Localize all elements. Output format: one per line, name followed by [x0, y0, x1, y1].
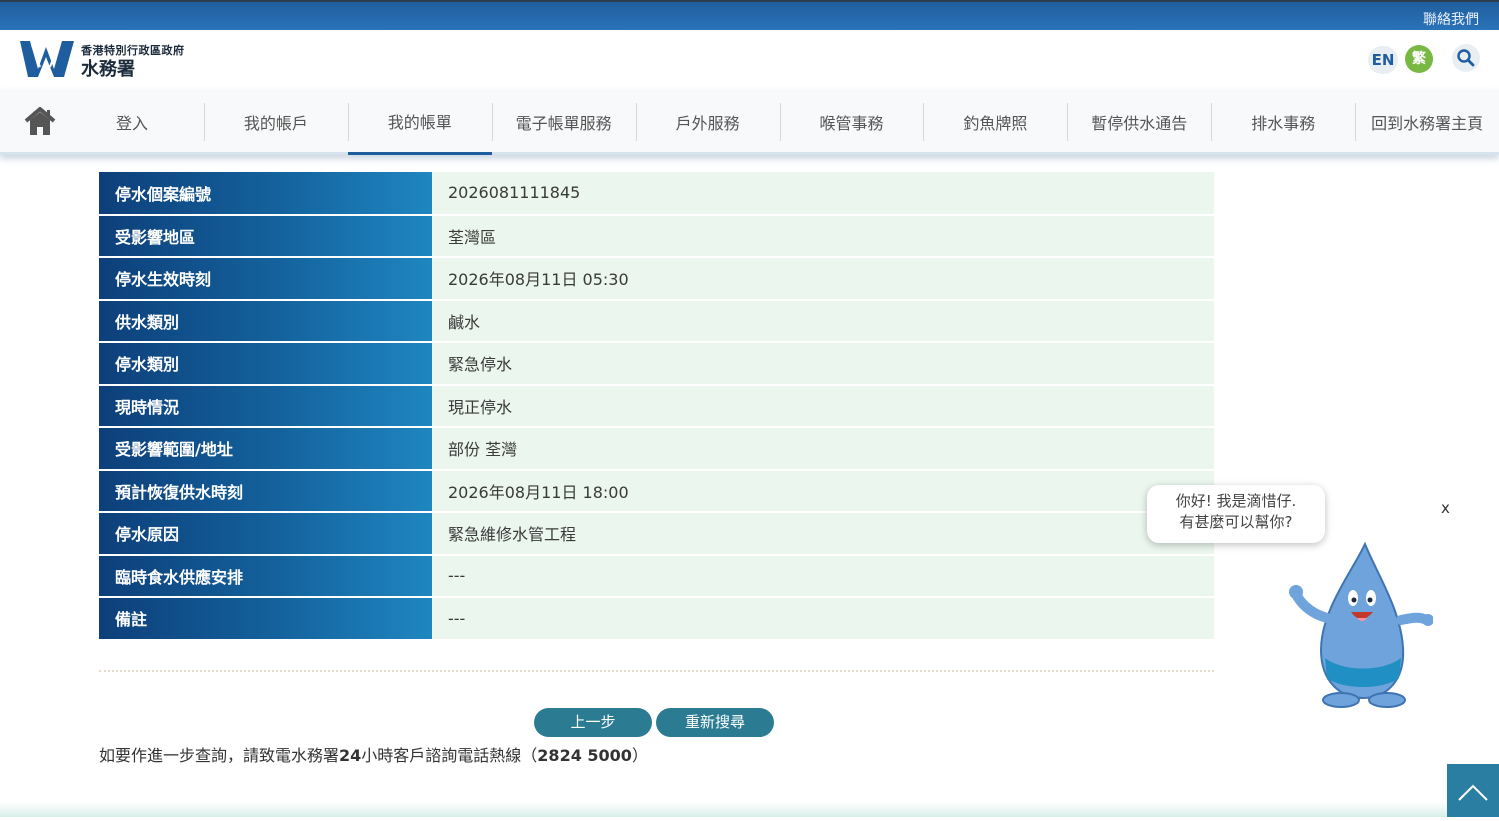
nav-item-outdoor-service[interactable]: 戶外服務 [635, 89, 780, 155]
enquiry-note-prefix: 如要作進一步查詢，請致電水務署 [99, 746, 340, 765]
nav-item-wsd-home[interactable]: 回到水務署主頁 [1355, 89, 1499, 155]
table-row: 停水類別 緊急停水 [99, 342, 1214, 386]
enquiry-note-middle: 小時客戶諮詢電話熱線（ [361, 746, 538, 765]
table-row: 停水原因 緊急維修水管工程 [99, 512, 1214, 556]
chatbot-close-button[interactable]: x [1441, 499, 1450, 517]
suspension-details-table: 停水個案編號 2026081111845 受影響地區 荃灣區 停水生效時刻 20… [99, 172, 1214, 641]
remarks-value: --- [432, 597, 1214, 641]
reason-label: 停水原因 [99, 512, 432, 556]
contact-us-link[interactable]: 聯絡我們 [1423, 9, 1479, 29]
chatbot-greeting-line-1: 你好! 我是滴惜仔. [1175, 492, 1297, 510]
chevron-up-icon [1458, 784, 1488, 801]
affected-area-label: 受影響範圍/地址 [99, 427, 432, 471]
nav-item-water-suspension[interactable]: 暫停供水通告 [1067, 89, 1211, 155]
nav-item-my-bill[interactable]: 我的帳單 [347, 89, 492, 155]
suspension-type-label: 停水類別 [99, 342, 432, 386]
case-number-value: 2026081111845 [432, 172, 1214, 216]
start-time-label: 停水生效時刻 [99, 257, 432, 301]
site-header: 香港特別行政區政府 水務署 EN 繁 [0, 30, 1499, 89]
back-to-top-button[interactable] [1447, 764, 1499, 817]
language-traditional-chinese-button[interactable]: 繁 [1405, 45, 1433, 73]
table-row: 停水個案編號 2026081111845 [99, 172, 1214, 216]
supply-type-label: 供水類別 [99, 299, 432, 343]
start-time-value: 2026年08月11日 05:30 [432, 257, 1214, 301]
current-status-value: 現正停水 [432, 384, 1214, 428]
chatbot-greeting-line-2: 有甚麼可以幫你? [1179, 513, 1293, 531]
affected-area-value: 部份 荃灣 [432, 427, 1214, 471]
affected-district-value: 荃灣區 [432, 214, 1214, 258]
current-status-label: 現時情況 [99, 384, 432, 428]
divider [99, 670, 1214, 672]
table-row: 備註 --- [99, 597, 1214, 641]
reason-value: 緊急維修水管工程 [432, 512, 1214, 556]
language-english-button[interactable]: EN [1368, 46, 1398, 74]
restore-time-label: 預計恢復供水時刻 [99, 469, 432, 513]
table-row: 現時情況 現正停水 [99, 384, 1214, 428]
case-number-label: 停水個案編號 [99, 172, 432, 216]
enquiry-note-suffix: ） [631, 746, 648, 765]
table-row: 受影響地區 荃灣區 [99, 214, 1214, 258]
home-icon [24, 107, 56, 135]
temporary-supply-label: 臨時食水供應安排 [99, 554, 432, 598]
main-navigation: 登入 我的帳戶 我的帳單 電子帳單服務 戶外服務 喉管事務 釣魚牌照 暫停供水通… [0, 89, 1499, 155]
back-button[interactable]: 上一步 [534, 708, 652, 737]
enquiry-note-hours: 24 [339, 746, 362, 765]
nav-item-my-account[interactable]: 我的帳戶 [203, 89, 348, 155]
table-row: 預計恢復供水時刻 2026年08月11日 18:00 [99, 469, 1214, 513]
table-row: 受影響範圍/地址 部份 荃灣 [99, 427, 1214, 471]
home-button[interactable] [20, 105, 60, 139]
search-icon [1457, 49, 1475, 67]
affected-district-label: 受影響地區 [99, 214, 432, 258]
table-row: 臨時食水供應安排 --- [99, 554, 1214, 598]
nav-item-drainage[interactable]: 排水事務 [1211, 89, 1355, 155]
nav-item-ebill[interactable]: 電子帳單服務 [491, 89, 636, 155]
restore-time-value: 2026年08月11日 18:00 [432, 469, 1214, 513]
nav-item-fishing-licence[interactable]: 釣魚牌照 [923, 89, 1067, 155]
suspension-type-value: 緊急停水 [432, 342, 1214, 386]
wsd-logo-icon[interactable] [20, 39, 76, 79]
hotline-number: 2824 5000 [537, 746, 632, 765]
table-row: 停水生效時刻 2026年08月11日 05:30 [99, 257, 1214, 301]
footer-band [0, 802, 1499, 817]
top-bar: 聯絡我們 [0, 0, 1499, 30]
temporary-supply-value: --- [432, 554, 1214, 598]
remarks-label: 備註 [99, 597, 432, 641]
search-again-button[interactable]: 重新搜尋 [656, 708, 774, 737]
enquiry-note: 如要作進一步查詢，請致電水務署24小時客戶諮詢電話熱線（2824 5000） [99, 742, 648, 766]
water-drop-mascot-icon[interactable] [1283, 540, 1433, 708]
nav-item-login[interactable]: 登入 [60, 89, 204, 155]
supply-type-value: 鹹水 [432, 299, 1214, 343]
table-row: 供水類別 鹹水 [99, 299, 1214, 343]
search-button[interactable] [1452, 44, 1480, 72]
logo-department-text: 水務署 [81, 59, 135, 80]
chatbot-greeting-bubble[interactable]: 你好! 我是滴惜仔. 有甚麼可以幫你? [1147, 485, 1325, 543]
nav-item-plumbing[interactable]: 喉管事務 [779, 89, 924, 155]
